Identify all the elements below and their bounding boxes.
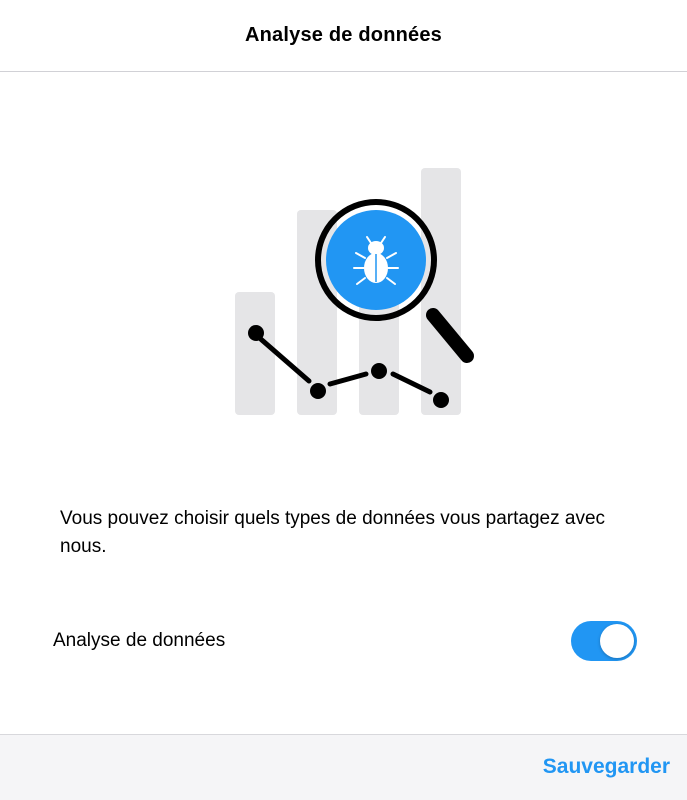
data-analysis-bug-magnifier-icon	[235, 168, 474, 415]
bar-1	[235, 292, 275, 415]
data-analysis-toggle[interactable]	[571, 621, 637, 661]
footer-bar: Sauvegarder	[0, 734, 687, 800]
description-text: Vous pouvez choisir quels types de donné…	[60, 508, 606, 557]
trend-line	[252, 331, 433, 395]
data-analysis-illustration	[200, 160, 500, 430]
page-title: Analyse de données	[245, 24, 442, 46]
save-button[interactable]: Sauvegarder	[543, 755, 670, 779]
data-analysis-sheet: Analyse de données Vous pouvez choisir q…	[0, 0, 687, 800]
data-analysis-setting-row: Analyse de données	[53, 620, 637, 662]
setting-label: Analyse de données	[53, 630, 226, 651]
header: Analyse de données	[0, 0, 687, 72]
toggle-knob	[600, 624, 634, 658]
trend-points	[248, 325, 449, 408]
